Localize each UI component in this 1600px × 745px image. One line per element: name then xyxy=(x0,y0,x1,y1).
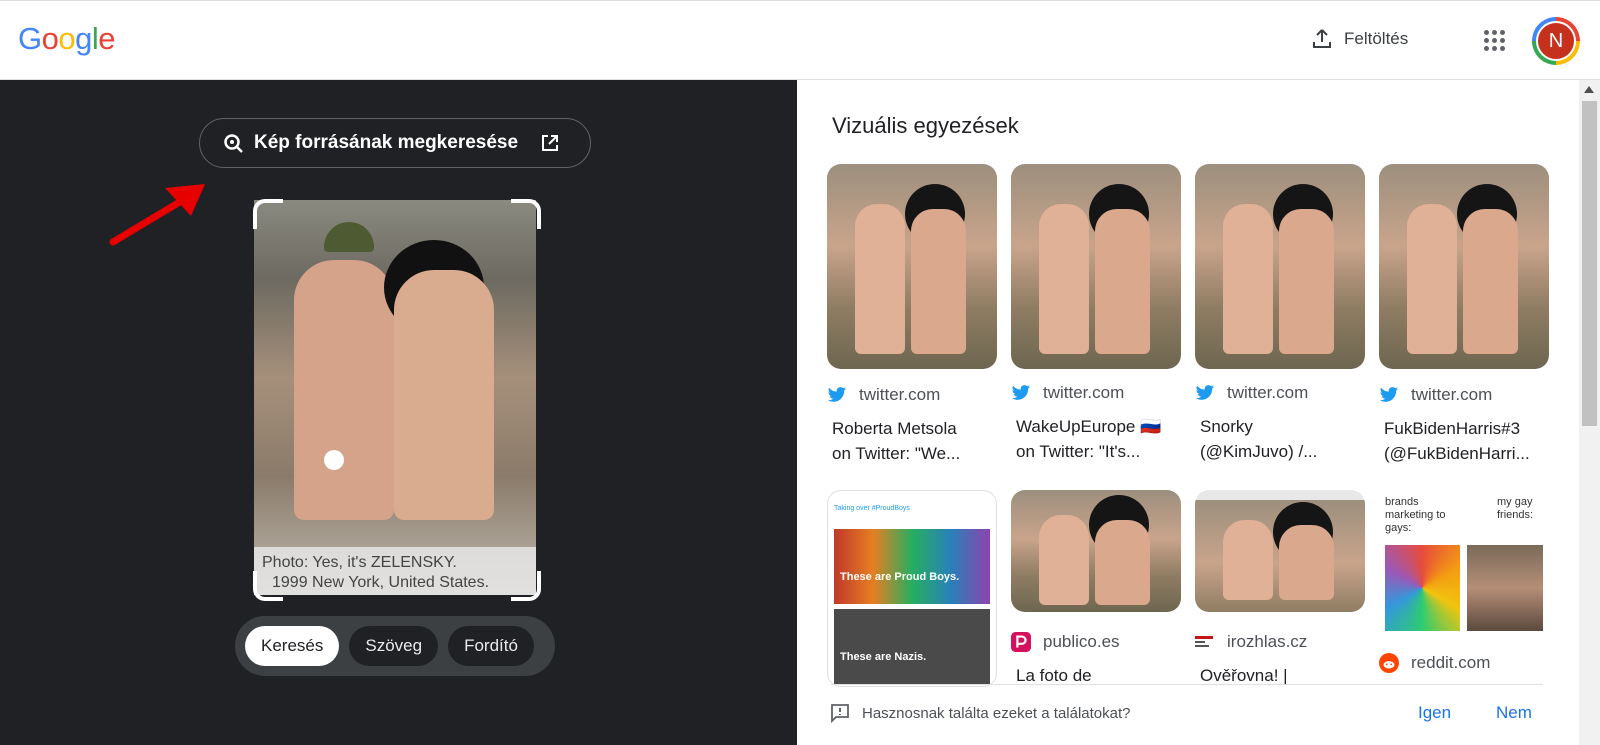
upload-button[interactable]: Feltöltés xyxy=(1310,27,1408,51)
result-card[interactable]: Taking over #ProudBoys These are Proud B… xyxy=(827,490,997,687)
top-bar: Google Feltöltés N xyxy=(0,0,1600,80)
results-scrollbar[interactable] xyxy=(1579,80,1600,745)
find-image-source-label: Kép forrásának megkeresése xyxy=(254,132,519,153)
result-title[interactable]: WakeUpEurope 🇷🇺 on Twitter: "It's... xyxy=(1016,414,1181,464)
result-source: twitter.com xyxy=(1195,381,1365,405)
result-thumbnail[interactable] xyxy=(1011,164,1181,369)
logo-letter: G xyxy=(18,21,42,56)
scrollbar-thumb[interactable] xyxy=(1582,101,1597,426)
result-thumbnail[interactable] xyxy=(1011,490,1181,612)
logo-letter: o xyxy=(58,21,76,56)
red-annotation-arrow-icon xyxy=(109,184,205,246)
find-image-source-button[interactable]: Kép forrásának megkeresése xyxy=(199,118,591,168)
mode-search-tab[interactable]: Keresés xyxy=(245,626,340,666)
result-source: reddit.com xyxy=(1379,651,1549,675)
result-title[interactable]: Roberta Metsola on Twitter: "We... xyxy=(832,416,997,466)
visual-matches-heading: Vizuális egyezések xyxy=(832,113,1019,138)
result-site-name: twitter.com xyxy=(1411,385,1493,404)
result-card[interactable]: twitter.com Roberta Metsola on Twitter: "… xyxy=(827,164,997,466)
twitter-icon xyxy=(827,385,847,405)
result-site-name: twitter.com xyxy=(1227,383,1309,402)
result-source: twitter.com xyxy=(827,383,997,407)
feedback-no-button[interactable]: Nem xyxy=(1496,703,1532,723)
result-card[interactable]: irozhlas.cz Ověřovna! | xyxy=(1195,490,1365,688)
results-pane: Vizuális egyezések twitter.com Roberta M… xyxy=(797,80,1579,745)
crop-handle-top-right[interactable] xyxy=(511,199,541,229)
tweet-screenshot-thumbnail[interactable]: Taking over #ProudBoys These are Proud B… xyxy=(827,490,997,687)
result-source: twitter.com xyxy=(1379,383,1549,407)
crop-handle-bottom-right[interactable] xyxy=(511,571,541,601)
result-thumbnail[interactable] xyxy=(1195,164,1365,369)
logo-letter: e xyxy=(98,21,116,56)
crop-handle-bottom-left[interactable] xyxy=(253,571,283,601)
image-preview-pane: Kép forrásának megkeresése Photo: Yes, i… xyxy=(0,80,797,745)
twitter-icon xyxy=(1379,385,1399,405)
reddit-icon xyxy=(1379,653,1399,673)
result-card[interactable]: twitter.com FukBidenHarris#3 (@FukBidenHa… xyxy=(1379,164,1549,466)
result-source: publico.es xyxy=(1011,630,1181,654)
crop-handle-top-left[interactable] xyxy=(253,199,283,229)
apps-grid-icon[interactable] xyxy=(1484,30,1506,52)
result-title[interactable]: Snorky (@KimJuvo) /... xyxy=(1200,414,1365,464)
query-image[interactable]: Photo: Yes, it's ZELENSKY. 1999 New York… xyxy=(254,200,536,595)
account-avatar-button[interactable]: N xyxy=(1532,17,1580,65)
result-thumbnail[interactable] xyxy=(1195,490,1365,612)
twitter-icon xyxy=(1195,383,1215,403)
result-title[interactable]: FukBidenHarris#3 (@FukBidenHarri... xyxy=(1384,416,1549,466)
result-card[interactable]: twitter.com Snorky (@KimJuvo) /... xyxy=(1195,164,1365,464)
mode-translate-tab[interactable]: Fordító xyxy=(448,626,534,666)
publico-icon xyxy=(1011,632,1031,652)
divider xyxy=(831,684,1543,685)
crop-focus-dot[interactable] xyxy=(324,450,344,470)
feedback-bar: Hasznosnak találta ezeket a találatokat?… xyxy=(830,703,1560,723)
logo-letter: o xyxy=(41,21,59,56)
feedback-question: Hasznosnak találta ezeket a találatokat? xyxy=(862,704,1131,722)
upload-label: Feltöltés xyxy=(1344,29,1409,48)
result-source: irozhlas.cz xyxy=(1195,630,1365,654)
result-site-name: twitter.com xyxy=(1043,383,1125,402)
meme-thumbnail[interactable]: brands marketing to gays: my gay friends… xyxy=(1379,490,1549,635)
irozhlas-icon xyxy=(1195,632,1215,652)
mode-text-tab[interactable]: Szöveg xyxy=(349,626,439,666)
result-thumbnail[interactable] xyxy=(827,164,997,369)
upload-icon xyxy=(1313,29,1331,48)
result-card[interactable]: twitter.com WakeUpEurope 🇷🇺 on Twitter: "… xyxy=(1011,164,1181,464)
result-site-name: irozhlas.cz xyxy=(1227,632,1308,651)
mode-switcher: Keresés Szöveg Fordító xyxy=(235,616,555,676)
result-site-name: reddit.com xyxy=(1411,653,1491,672)
feedback-icon xyxy=(831,704,849,723)
google-logo[interactable]: Google xyxy=(18,21,116,57)
scroll-up-arrow-icon[interactable] xyxy=(1584,86,1594,93)
open-in-new-icon xyxy=(542,135,559,151)
twitter-icon xyxy=(1011,383,1031,403)
logo-letter: g xyxy=(75,21,92,56)
result-site-name: publico.es xyxy=(1043,632,1120,651)
result-site-name: twitter.com xyxy=(859,385,941,404)
result-source: twitter.com xyxy=(1011,381,1181,405)
lens-search-icon xyxy=(224,134,243,153)
image-caption: Photo: Yes, it's ZELENSKY. 1999 New York… xyxy=(254,547,536,595)
result-card[interactable]: brands marketing to gays: my gay friends… xyxy=(1379,490,1549,675)
feedback-yes-button[interactable]: Igen xyxy=(1418,703,1451,723)
avatar: N xyxy=(1536,21,1576,61)
result-thumbnail[interactable] xyxy=(1379,164,1549,369)
result-card[interactable]: publico.es La foto de xyxy=(1011,490,1181,688)
